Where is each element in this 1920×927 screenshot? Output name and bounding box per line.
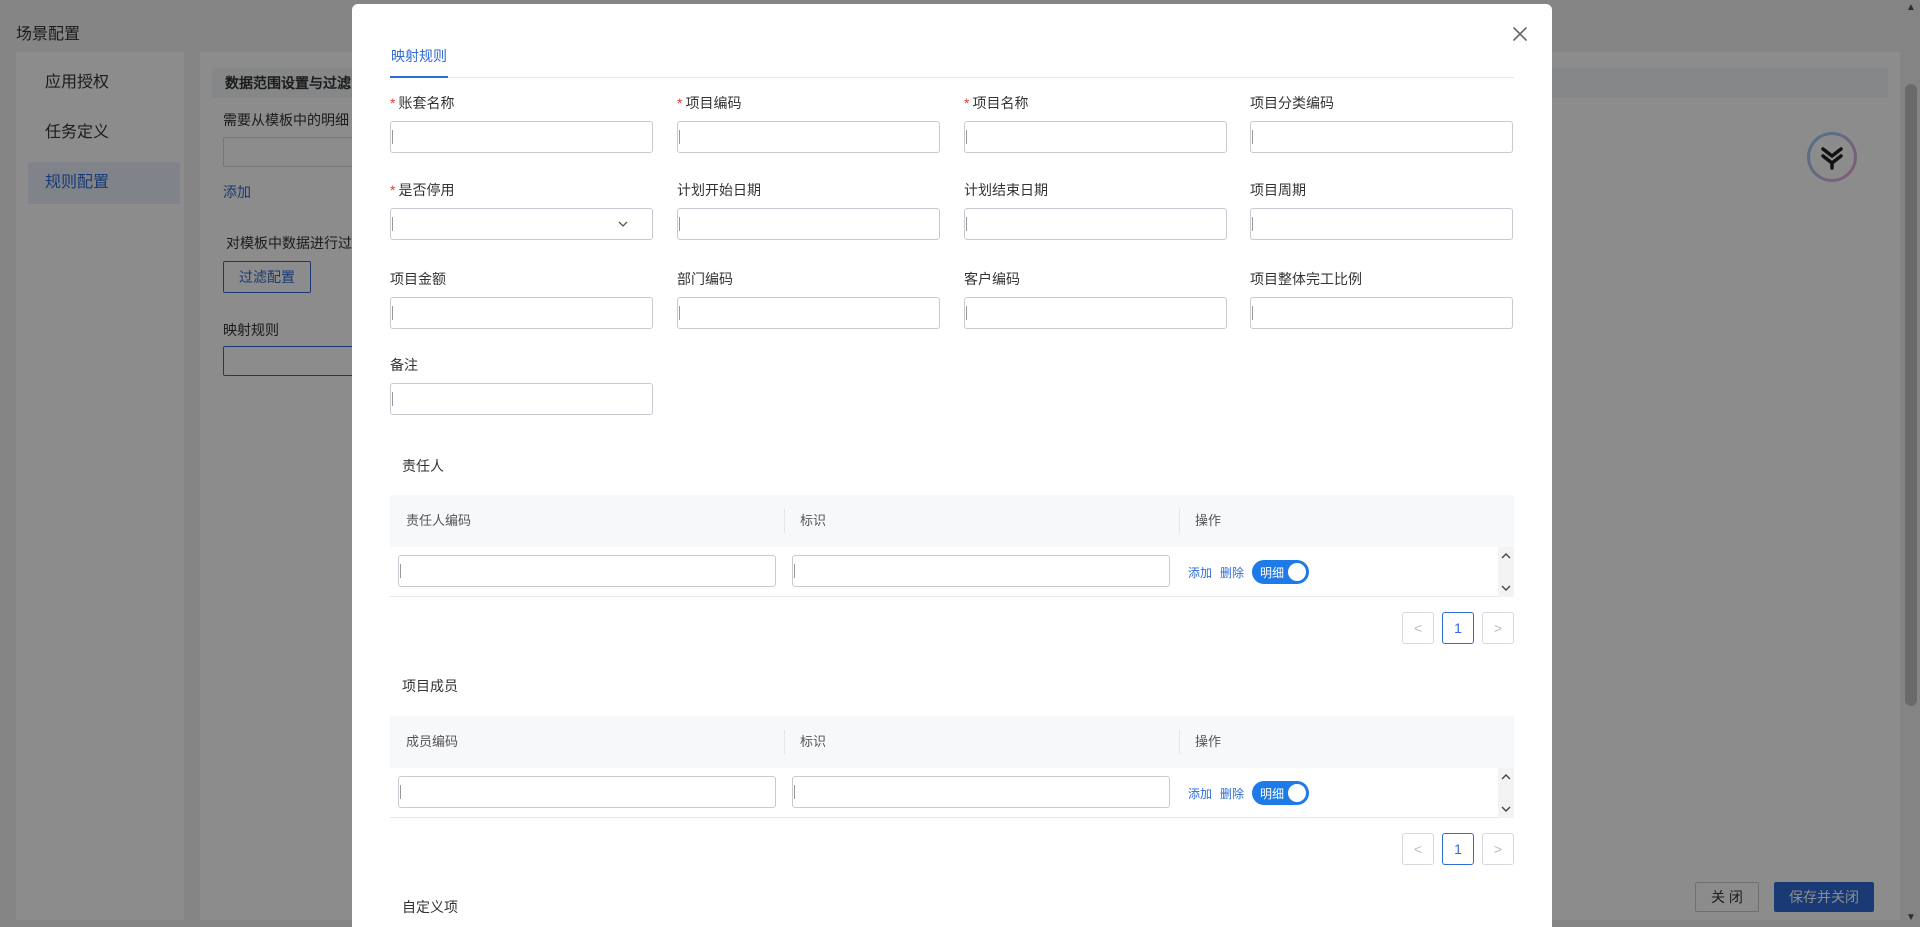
project-category-code-input[interactable] <box>1250 121 1513 153</box>
field-label-completion-ratio: 项目整体完工比例 <box>1250 271 1362 287</box>
column-header-code: 成员编码 <box>406 734 459 749</box>
customer-code-input[interactable] <box>964 297 1227 329</box>
delete-row-link[interactable]: 删除 <box>1220 564 1244 581</box>
scroll-down-icon[interactable] <box>1501 804 1511 814</box>
pagination: < 1 > <box>1402 833 1514 865</box>
column-header-identifier: 标识 <box>800 513 827 528</box>
table-header: 责任人编码 标识 操作 <box>390 495 1514 547</box>
scroll-up-icon[interactable] <box>1501 772 1511 782</box>
field-label-department-code: 部门编码 <box>677 271 733 287</box>
column-header-identifier: 标识 <box>800 734 827 749</box>
section-title-responsible: 责任人 <box>402 458 444 474</box>
detail-toggle-label: 明细 <box>1260 566 1285 580</box>
prev-page-button[interactable]: < <box>1402 833 1434 865</box>
column-header-actions: 操作 <box>1195 734 1222 749</box>
scroll-down-icon[interactable] <box>1501 583 1511 593</box>
table-header: 成员编码 标识 操作 <box>390 716 1514 768</box>
required-mark: * <box>964 95 970 111</box>
field-label-customer-code: 客户编码 <box>964 271 1020 287</box>
project-cycle-input[interactable] <box>1250 208 1513 240</box>
field-label-project-name: * 项目名称 <box>964 95 1029 111</box>
next-page-button[interactable]: > <box>1482 612 1514 644</box>
account-set-input[interactable] <box>390 121 653 153</box>
project-code-input[interactable] <box>677 121 940 153</box>
column-header-code: 责任人编码 <box>406 513 472 528</box>
mapping-rules-dialog: 映射规则 * 账套名称 * 项目编码 * 项目名称 项目分类编码 * 是否停用 计划开始… <box>352 4 1552 927</box>
table-scrollbar[interactable] <box>1498 547 1514 597</box>
planned-end-date-input[interactable] <box>964 208 1227 240</box>
add-row-link[interactable]: 添加 <box>1188 785 1212 802</box>
responsible-code-input[interactable] <box>398 555 776 587</box>
detail-toggle[interactable]: 明细 <box>1252 560 1309 584</box>
identifier-input[interactable] <box>792 555 1170 587</box>
tab-mapping-rules[interactable]: 映射规则 <box>390 38 448 78</box>
field-label-project-category-code: 项目分类编码 <box>1250 95 1334 111</box>
add-row-link[interactable]: 添加 <box>1188 564 1212 581</box>
detail-toggle-label: 明细 <box>1260 787 1285 801</box>
field-label-planned-start-date: 计划开始日期 <box>677 182 761 198</box>
project-name-input[interactable] <box>964 121 1227 153</box>
project-amount-input[interactable] <box>390 297 653 329</box>
field-label-account-set: * 账套名称 <box>390 95 455 111</box>
section-title-project-members: 项目成员 <box>402 678 458 694</box>
detail-toggle[interactable]: 明细 <box>1252 781 1309 805</box>
planned-start-date-input[interactable] <box>677 208 940 240</box>
remarks-input[interactable] <box>390 383 653 415</box>
tab-bar: 映射规则 <box>390 38 1514 78</box>
scroll-up-icon[interactable] <box>1501 551 1511 561</box>
table-scrollbar[interactable] <box>1498 768 1514 818</box>
field-label-disabled: * 是否停用 <box>390 182 455 198</box>
field-label-project-cycle: 项目周期 <box>1250 182 1306 198</box>
field-label-project-code: * 项目编码 <box>677 95 742 111</box>
field-label-remarks: 备注 <box>390 357 418 373</box>
department-code-input[interactable] <box>677 297 940 329</box>
delete-row-link[interactable]: 删除 <box>1220 785 1244 802</box>
field-label-planned-end-date: 计划结束日期 <box>964 182 1048 198</box>
page-number-button[interactable]: 1 <box>1442 612 1474 644</box>
table-row: 添加 删除 明细 <box>390 768 1514 818</box>
required-mark: * <box>390 182 396 198</box>
identifier-input[interactable] <box>792 776 1170 808</box>
completion-ratio-input[interactable] <box>1250 297 1513 329</box>
disabled-select[interactable] <box>390 208 653 240</box>
table-row: 添加 删除 明细 <box>390 547 1514 597</box>
section-title-custom-items: 自定义项 <box>402 899 458 915</box>
member-code-input[interactable] <box>398 776 776 808</box>
required-mark: * <box>390 95 396 111</box>
next-page-button[interactable]: > <box>1482 833 1514 865</box>
page-number-button[interactable]: 1 <box>1442 833 1474 865</box>
field-label-project-amount: 项目金额 <box>390 271 446 287</box>
chevron-down-icon <box>618 221 628 227</box>
pagination: < 1 > <box>1402 612 1514 644</box>
required-mark: * <box>677 95 683 111</box>
column-header-actions: 操作 <box>1195 513 1222 528</box>
prev-page-button[interactable]: < <box>1402 612 1434 644</box>
